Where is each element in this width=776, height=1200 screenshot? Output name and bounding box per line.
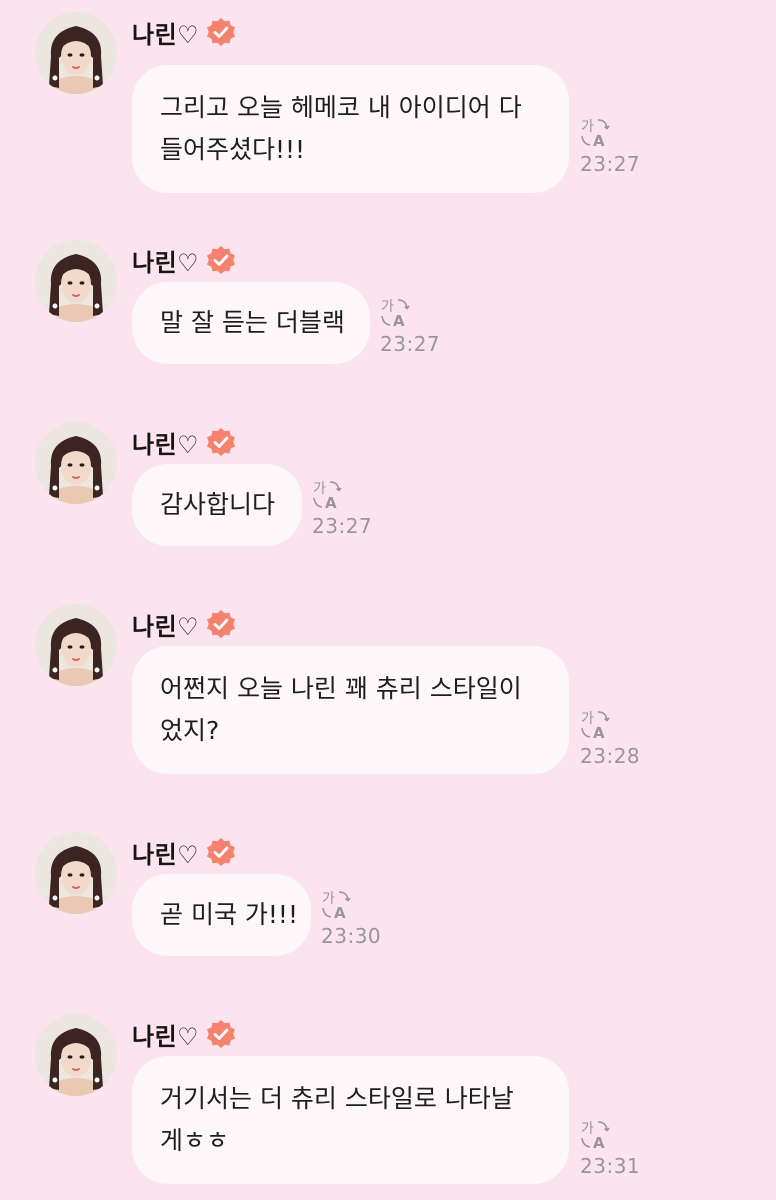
avatar[interactable] [35, 604, 117, 686]
message-bubble[interactable]: 말 잘 듣는 더블랙 [132, 282, 370, 364]
sender-row: 나린♡ [132, 1018, 237, 1051]
message-meta: 가A 23:30 [321, 888, 391, 948]
svg-text:A: A [334, 904, 346, 922]
sender-row: 나린♡ [132, 836, 237, 869]
sender-name: 나린♡ [132, 20, 200, 49]
translate-icon[interactable]: 가A [380, 296, 414, 330]
message-text-line: 들어주셨다!!! [160, 135, 306, 164]
sender-name: 나린♡ [132, 248, 200, 277]
message-time: 23:30 [321, 924, 382, 948]
verified-badge-icon [205, 836, 237, 868]
message-bubble[interactable]: 곧 미국 가!!! [132, 874, 311, 956]
message-bubble[interactable]: 그리고 오늘 헤메코 내 아이디어 다 들어주셨다!!! [132, 65, 569, 193]
message-meta: 가A 23:27 [312, 478, 382, 538]
sender-name: 나린♡ [132, 1022, 200, 1051]
verified-badge-icon [205, 244, 237, 276]
message-time: 23:27 [580, 152, 641, 176]
message-time: 23:28 [580, 744, 641, 768]
verified-badge-icon [205, 1018, 237, 1050]
message-text-line: 어쩐지 오늘 나린 꽤 츄리 스타일이 [160, 674, 522, 703]
sender-name: 나린♡ [132, 430, 200, 459]
sender-name: 나린♡ [132, 840, 200, 869]
message-time: 23:27 [380, 332, 441, 356]
svg-text:A: A [393, 312, 405, 330]
verified-badge-icon [205, 16, 237, 48]
svg-text:A: A [325, 494, 337, 512]
verified-badge-icon [205, 426, 237, 458]
verified-badge-icon [205, 608, 237, 640]
message-text-line: 었지? [160, 716, 220, 745]
message-meta: 가A 23:31 [580, 1118, 650, 1178]
translate-icon[interactable]: 가A [321, 888, 355, 922]
translate-icon[interactable]: 가A [312, 478, 346, 512]
avatar[interactable] [35, 240, 117, 322]
translate-icon[interactable]: 가A [580, 1118, 614, 1152]
message-time: 23:31 [580, 1154, 641, 1178]
sender-row: 나린♡ [132, 426, 237, 459]
message-meta: 가A 23:27 [380, 296, 450, 356]
message-bubble[interactable]: 거기서는 더 츄리 스타일로 나타날 게ㅎㅎ [132, 1056, 569, 1184]
message-text-line: 감사합니다 [160, 490, 276, 519]
sender-row: 나린♡ [132, 608, 237, 641]
svg-text:A: A [593, 724, 605, 742]
sender-name: 나린♡ [132, 612, 200, 641]
svg-text:A: A [593, 1134, 605, 1152]
sender-row: 나린♡ [132, 16, 237, 49]
avatar[interactable] [35, 832, 117, 914]
message-text-line: 곧 미국 가!!! [160, 900, 298, 929]
message-text-line: 말 잘 듣는 더블랙 [160, 308, 345, 337]
sender-row: 나린♡ [132, 244, 237, 277]
translate-icon[interactable]: 가A [580, 116, 614, 150]
avatar[interactable] [35, 1014, 117, 1096]
avatar[interactable] [35, 12, 117, 94]
message-text-line: 그리고 오늘 헤메코 내 아이디어 다 [160, 93, 522, 122]
avatar[interactable] [35, 422, 117, 504]
message-bubble[interactable]: 어쩐지 오늘 나린 꽤 츄리 스타일이 었지? [132, 646, 569, 774]
translate-icon[interactable]: 가A [580, 708, 614, 742]
message-text-line: 게ㅎㅎ [160, 1126, 230, 1155]
message-meta: 가A 23:27 [580, 116, 650, 176]
message-text-line: 거기서는 더 츄리 스타일로 나타날 [160, 1084, 514, 1113]
svg-text:A: A [593, 132, 605, 150]
message-meta: 가A 23:28 [580, 708, 650, 768]
message-time: 23:27 [312, 514, 373, 538]
message-bubble[interactable]: 감사합니다 [132, 464, 302, 546]
